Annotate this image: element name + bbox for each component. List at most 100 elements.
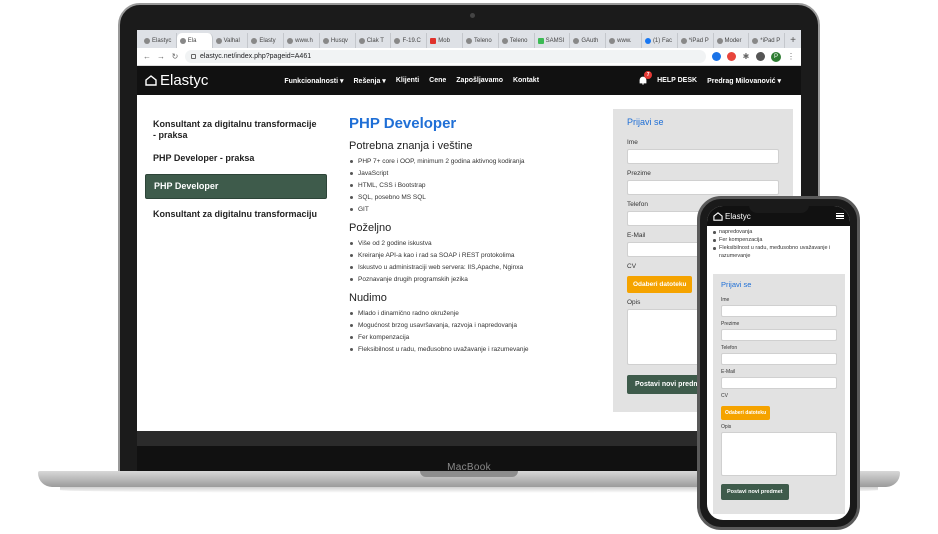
browser-tab[interactable]: *iPad P	[678, 33, 714, 48]
lock-icon	[191, 54, 196, 59]
browser-tab[interactable]: F-19.C	[391, 33, 428, 48]
ime-input[interactable]	[627, 149, 779, 164]
menu-item-kontakt[interactable]: Kontakt	[513, 77, 539, 85]
mobile-telefon-input[interactable]	[721, 353, 837, 365]
sidebar-item-consultant-internship[interactable]: Konsultant za digitalnu transformacije -…	[145, 113, 327, 147]
mobile-apply-title: Prijavi se	[721, 280, 752, 289]
phone-screen: Elastyc napredovanja Fer kompenzacija Fl…	[707, 206, 850, 520]
mobile-prezime-input[interactable]	[721, 329, 837, 341]
browser-tab[interactable]: www.	[606, 33, 642, 48]
sidebar-item-php-developer[interactable]: PHP Developer	[145, 174, 327, 199]
browser-tab[interactable]: *iPad P	[749, 33, 786, 48]
browser-tab[interactable]: Clak T	[356, 33, 392, 48]
mobile-offer-list: napredovanja Fer kompenzacija Fleksibiln…	[713, 228, 843, 260]
browser-tab[interactable]: Teleno	[499, 33, 535, 48]
list-item: Kreiranje API-a kao i rad sa SOAP i REST…	[349, 250, 599, 262]
browser-tab[interactable]: Ela	[176, 33, 213, 48]
field-label-ime: Ime	[627, 139, 638, 146]
globe-icon	[358, 37, 365, 44]
tab-label: www.	[617, 37, 632, 44]
globe-icon	[215, 37, 222, 44]
choose-file-button[interactable]: Odaberi datoteku	[627, 276, 693, 293]
forward-icon[interactable]: →	[157, 52, 165, 61]
browser-tab[interactable]: GAuth	[570, 33, 607, 48]
reload-icon[interactable]: ↻	[171, 52, 179, 61]
list-item: HTML, CSS i Bootstrap	[349, 180, 599, 192]
extension-icon[interactable]	[756, 52, 765, 61]
list-item: SQL, posebno MS SQL	[349, 192, 599, 204]
address-bar[interactable]: elastyc.net/index.php?pageid=A461	[185, 50, 706, 63]
globe-icon	[322, 37, 329, 44]
menu-item-funkcionalnosti[interactable]: Funkcionalnosti ▾	[284, 77, 343, 85]
browser-tab[interactable]: Teleno	[463, 33, 499, 48]
tab-label: Husqv	[330, 37, 348, 44]
browser-tab[interactable]: Husqv	[320, 33, 356, 48]
tab-label: (1) Fac	[652, 37, 672, 44]
list-item: Mogućnost brzog usavršavanja, razvoja i …	[349, 320, 599, 332]
globe-icon	[251, 37, 258, 44]
mobile-email-input[interactable]	[721, 377, 837, 389]
extension-icon[interactable]	[727, 52, 736, 61]
browser-tab[interactable]: www.h	[284, 33, 320, 48]
browser-tab[interactable]: Elastyc	[141, 33, 177, 48]
mobile-choose-file-button[interactable]: Odaberi datoteku	[721, 406, 771, 420]
extension-icon[interactable]	[712, 52, 721, 61]
tab-label: Elastyc	[152, 37, 172, 44]
hamburger-menu-icon[interactable]	[836, 213, 844, 219]
back-icon[interactable]: ←	[143, 52, 151, 61]
menu-item-zaposljavamo[interactable]: Zapošljavamo	[456, 77, 503, 85]
browser-tab[interactable]: Elasty	[248, 33, 285, 48]
preferred-list: Više od 2 godine iskustva Kreiranje API-…	[349, 238, 599, 286]
menu-item-resenja[interactable]: Rešenja ▾	[354, 77, 386, 85]
field-label-email: E-Mail	[721, 369, 736, 375]
browser-tab[interactable]: Moder	[714, 33, 750, 48]
offer-list: Mlado i dinamično radno okruženje Mogućn…	[349, 308, 599, 356]
browser-tab-bar: Elastyc Ela Valhal Elasty www.h Husqv Clak T F-…	[137, 30, 801, 48]
menu-dots-icon[interactable]: ⋮	[787, 52, 795, 61]
prezime-input[interactable]	[627, 180, 779, 195]
tab-label: Teleno	[509, 37, 528, 44]
browser-tab[interactable]: (1) Fac	[642, 33, 678, 48]
mobile-apply-form: Prijavi se Ime Prezime Telefon E-Mail CV…	[713, 274, 845, 514]
job-description: PHP Developer Potrebna znanja i veštine …	[349, 115, 599, 356]
menu-item-klijenti[interactable]: Klijenti	[396, 77, 419, 85]
tab-label: Elasty	[259, 37, 276, 44]
logo-text: Elastyc	[160, 72, 209, 89]
apply-title: Prijavi se	[627, 117, 664, 127]
field-label-prezime: Prezime	[721, 321, 740, 327]
profile-avatar[interactable]: P	[771, 51, 781, 62]
globe-icon	[573, 37, 580, 44]
sidebar-item-consultant[interactable]: Konsultant za digitalnu transformaciju	[145, 203, 327, 226]
browser-tab[interactable]: Mob	[427, 33, 464, 48]
puzzle-icon[interactable]: ✱	[742, 52, 750, 61]
mobile-opis-textarea[interactable]	[721, 432, 837, 476]
field-label-telefon: Telefon	[721, 345, 738, 351]
bell-icon[interactable]: 7	[639, 71, 653, 85]
tab-label: www.h	[295, 37, 313, 44]
site-logo[interactable]: Elastyc	[145, 72, 208, 89]
section-heading: Poželjno	[349, 222, 392, 234]
new-tab-button[interactable]: +	[785, 33, 801, 48]
mobile-submit-button[interactable]: Postavi novi predmet	[721, 484, 789, 500]
section-heading: Potrebna znanja i veštine	[349, 140, 473, 152]
browser-tab[interactable]: SAMSI	[535, 33, 571, 48]
tab-label: SAMSI	[545, 37, 565, 44]
tab-label: GAuth	[581, 37, 599, 44]
browser-tab[interactable]: Valhal	[213, 33, 249, 48]
globe-icon	[144, 37, 150, 44]
list-item: Više od 2 godine iskustva	[349, 238, 599, 250]
mobile-ime-input[interactable]	[721, 305, 837, 317]
job-title: PHP Developer	[349, 115, 457, 132]
menu-item-cene[interactable]: Cene	[429, 77, 446, 85]
tab-label: Teleno	[474, 37, 492, 44]
list-item: GIT	[349, 204, 599, 216]
globe-icon	[680, 37, 687, 44]
user-menu[interactable]: Predrag Milovanović ▾	[707, 77, 781, 85]
globe-icon	[179, 37, 186, 44]
list-item: Mlado i dinamično radno okruženje	[349, 308, 599, 320]
mobile-logo[interactable]: Elastyc	[725, 212, 751, 221]
help-desk-link[interactable]: HELP DESK	[657, 77, 697, 84]
tab-label: Clak T	[366, 37, 384, 44]
globe-icon	[752, 37, 759, 44]
sidebar-item-php-internship[interactable]: PHP Developer - praksa	[145, 147, 327, 170]
